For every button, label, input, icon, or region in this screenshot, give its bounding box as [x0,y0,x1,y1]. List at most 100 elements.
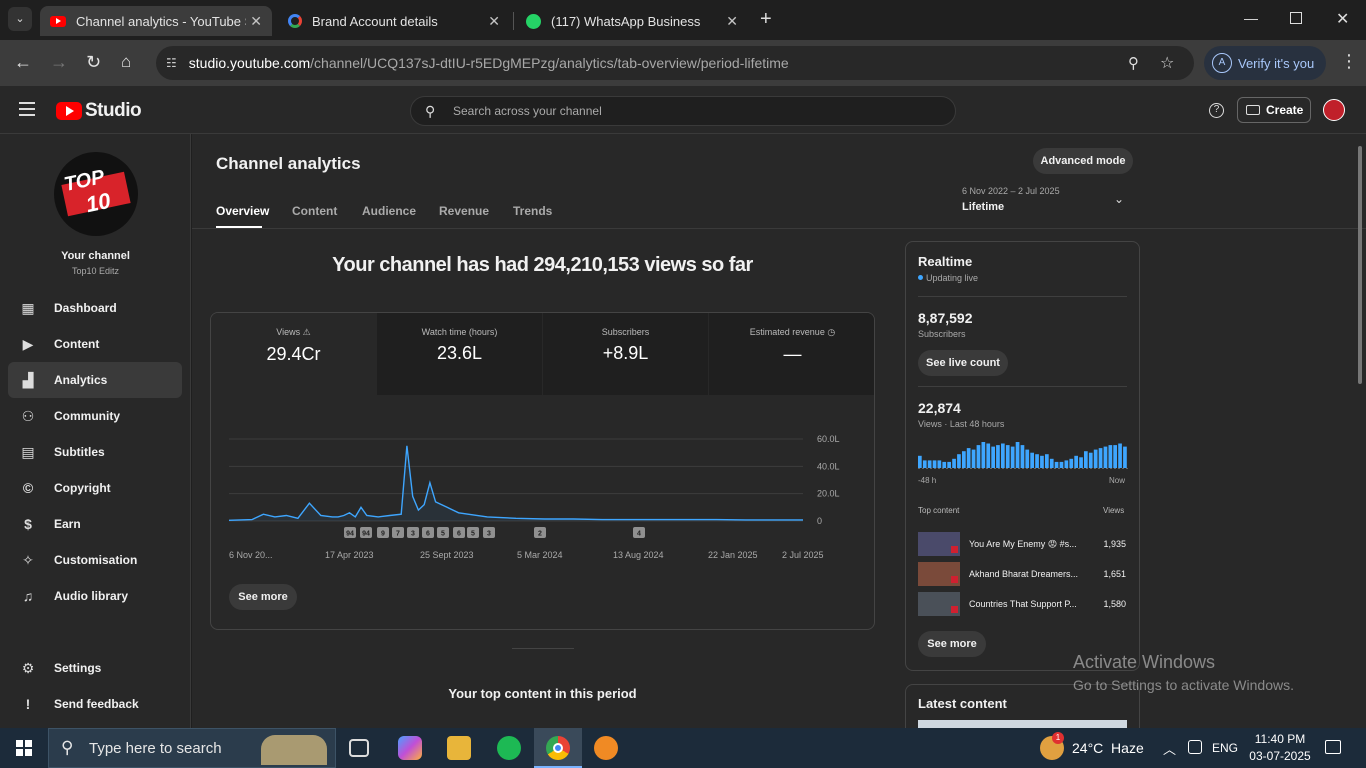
bookmark-star-icon[interactable]: ☆ [1160,53,1174,73]
show-hidden-icons-icon[interactable]: ︿ [1163,739,1176,758]
address-bar[interactable]: ☷ studio.youtube.com/channel/UCQ137sJ-dt… [156,46,1194,80]
close-window-icon[interactable]: ✕ [1336,9,1349,29]
new-tab-icon[interactable]: + [760,8,772,31]
notifications-icon[interactable] [1325,740,1341,754]
realtime-bar[interactable] [1045,454,1049,468]
see-more-button[interactable]: See more [229,584,297,610]
page-scrollbar[interactable] [1358,146,1362,384]
sidebar-item-settings[interactable]: ⚙ Settings [8,650,182,686]
create-button[interactable]: Create [1237,97,1311,123]
spotify-icon[interactable] [497,736,521,760]
channel-search-input[interactable]: ⚲ Search across your channel [410,96,956,126]
realtime-bar[interactable] [942,461,947,468]
close-tab-icon[interactable]: ✕ [726,13,738,30]
realtime-bar[interactable] [1040,455,1044,468]
realtime-bar[interactable] [1093,449,1098,468]
realtime-bar[interactable] [1010,446,1015,468]
realtime-bar[interactable] [1054,461,1059,468]
realtime-bar[interactable] [971,449,976,468]
tab-whatsapp[interactable]: (117) WhatsApp Business ✕ [516,6,748,36]
network-icon[interactable] [1188,740,1202,754]
tab-audience[interactable]: Audience [362,204,416,218]
tab-trends[interactable]: Trends [513,204,552,218]
realtime-bar[interactable] [1064,460,1069,468]
copilot-icon[interactable] [398,736,422,760]
realtime-bar[interactable] [986,443,991,469]
realtime-bar[interactable] [937,460,942,468]
tab-brand-account[interactable]: Brand Account details ✕ [278,6,510,36]
advanced-mode-button[interactable]: Advanced mode [1033,148,1133,174]
language-indicator[interactable]: ENG [1212,741,1238,755]
forward-icon[interactable]: → [50,52,68,73]
taskbar-search-input[interactable]: ⚲ Type here to search [48,728,336,768]
realtime-bar[interactable] [1098,448,1103,468]
realtime-bar[interactable] [1103,446,1108,468]
realtime-bar[interactable] [1123,446,1127,468]
views-line-chart[interactable]: 60.0L 40.0L 20.0L 0 94 94 9 7 3 6 5 6 5 3 2 4 6 Nov 20..… [211,423,874,593]
hamburger-menu-icon[interactable] [19,102,35,116]
metric-watch-time[interactable]: Watch time (hours) 23.6L [377,313,543,395]
realtime-bar[interactable] [996,445,1000,468]
realtime-bar[interactable] [1088,452,1093,468]
see-live-count-button[interactable]: See live count [918,350,1008,376]
back-icon[interactable]: ← [14,52,32,73]
realtime-bar[interactable] [1035,454,1039,468]
tab-overview[interactable]: Overview [216,204,269,218]
realtime-bar[interactable] [1030,452,1034,468]
realtime-bar[interactable] [932,460,937,468]
realtime-bar[interactable] [1015,442,1020,468]
realtime-bar[interactable] [918,455,922,468]
browser-menu-icon[interactable]: ⋮ [1340,51,1358,72]
realtime-bar[interactable] [981,442,986,468]
realtime-bar[interactable] [1025,449,1030,468]
studio-logo[interactable]: Studio [56,100,142,122]
home-icon[interactable]: ⌂ [121,52,131,72]
realtime-bar[interactable] [1084,451,1088,468]
realtime-bar[interactable] [957,454,961,468]
zoom-icon[interactable]: ⚲ [1128,54,1139,72]
top-content-row[interactable]: Countries That Support P... 1,580 [918,592,1128,616]
weather-widget[interactable]: 1 24°C Haze [1040,728,1150,768]
reload-icon[interactable]: ↻ [86,52,101,73]
realtime-bar[interactable] [922,460,927,468]
realtime-bar[interactable] [1074,455,1078,468]
site-info-icon[interactable]: ☷ [166,56,177,70]
realtime-bar[interactable] [991,446,995,468]
realtime-bar[interactable] [976,445,981,468]
help-icon[interactable]: ? [1209,103,1224,118]
sidebar-item-community[interactable]: ⚇ Community [8,398,182,434]
top-content-row[interactable]: Akhand Bharat Dreamers... 1,651 [918,562,1128,586]
fl-studio-icon[interactable] [594,736,618,760]
close-tab-icon[interactable]: ✕ [250,13,262,30]
task-view-icon[interactable] [349,739,369,757]
realtime-bar[interactable] [1049,458,1054,468]
realtime-see-more-button[interactable]: See more [918,631,986,657]
realtime-bar-chart[interactable] [918,438,1128,470]
metric-revenue[interactable]: Estimated revenue ◷ — [709,313,874,395]
realtime-bar[interactable] [1079,457,1083,468]
realtime-bar[interactable] [927,460,932,468]
file-explorer-icon[interactable] [447,736,471,760]
sidebar-item-audio-library[interactable]: ♫ Audio library [8,578,182,614]
sidebar-item-content[interactable]: ▶ Content [8,326,182,362]
realtime-bar[interactable] [1001,443,1005,469]
realtime-bar[interactable] [1059,461,1064,468]
sidebar-item-customisation[interactable]: ✧ Customisation [8,542,182,578]
period-selector[interactable]: 6 Nov 2022 – 2 Jul 2025 Lifetime ⌄ [962,186,1134,220]
realtime-bar[interactable] [962,451,966,468]
realtime-bar[interactable] [1020,445,1025,468]
sidebar-item-earn[interactable]: $ Earn [8,506,182,542]
sidebar-item-copyright[interactable]: © Copyright [8,470,182,506]
verify-identity-button[interactable]: A Verify it's you [1204,46,1326,80]
realtime-bar[interactable] [952,458,956,468]
tab-channel-analytics[interactable]: Channel analytics - YouTube Stu ✕ [40,6,272,36]
top-content-row[interactable]: You Are My Enemy 😡 #s... 1,935 [918,532,1128,556]
channel-avatar[interactable]: TOP 10 [54,152,138,236]
windows-start-icon[interactable] [16,740,32,756]
sidebar-item-analytics[interactable]: ▟ Analytics [8,362,182,398]
sidebar-item-feedback[interactable]: ! Send feedback [8,686,182,722]
tab-search-button[interactable]: ⌄ [8,7,32,31]
realtime-bar[interactable] [1005,445,1010,468]
close-tab-icon[interactable]: ✕ [488,13,500,30]
restore-icon[interactable] [1290,12,1302,24]
